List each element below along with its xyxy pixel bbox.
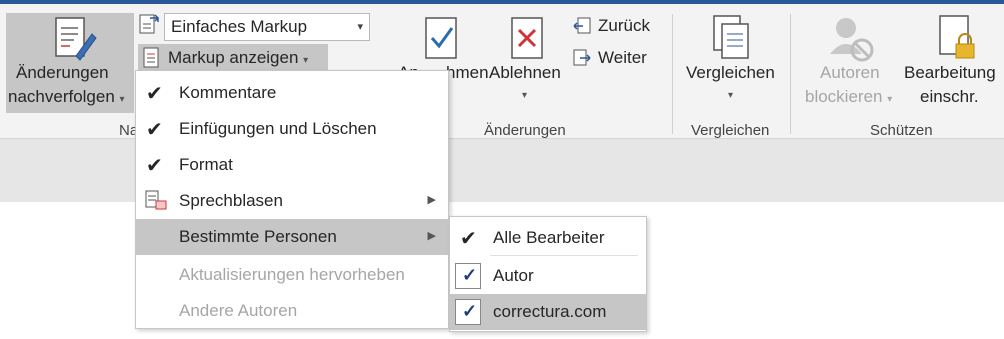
menu-item-highlight-updates: Aktualisierungen hervorheben — [136, 257, 448, 293]
menu-divider — [490, 255, 638, 256]
chevron-down-icon: ▾ — [119, 94, 125, 105]
menu-item-insertions-deletions[interactable]: ✔ Einfügungen und Löschen — [136, 111, 448, 147]
checkmark-icon: ✔ — [146, 155, 163, 177]
reviewers-submenu: ✔ Alle Bearbeiter ✓ Autor ✓ correctura.c… — [449, 216, 647, 332]
reject-icon[interactable] — [510, 16, 546, 64]
menu-item-label: Aktualisierungen hervorheben — [179, 265, 405, 284]
checkmark-icon: ✔ — [146, 119, 163, 141]
checkmark-icon: ✔ — [460, 228, 477, 250]
compare-icon[interactable] — [710, 14, 752, 64]
block-authors-label-2: blockieren ▾ — [805, 87, 893, 106]
menu-item-label: Bestimmte Personen — [179, 227, 337, 246]
previous-change-icon[interactable] — [572, 16, 592, 36]
next-change-icon[interactable] — [572, 48, 592, 68]
group-separator — [672, 14, 673, 134]
checkmark-icon: ✓ — [462, 301, 478, 321]
accept-label-tail: hmen — [446, 63, 489, 82]
menu-item-label: Kommentare — [179, 83, 277, 102]
group-label-protect: Schützen — [870, 122, 933, 139]
track-changes-icon — [55, 17, 97, 61]
accept-icon[interactable] — [424, 16, 460, 64]
reviewer-checkbox[interactable]: ✓ — [455, 263, 481, 289]
submenu-item-correctura[interactable]: ✓ correctura.com — [450, 294, 646, 330]
menu-item-comments[interactable]: ✔ Kommentare — [136, 75, 448, 111]
group-label-compare: Vergleichen — [691, 122, 770, 139]
show-markup-icon — [143, 47, 159, 68]
menu-item-formatting[interactable]: ✔ Format — [136, 147, 448, 183]
checkmark-icon: ✓ — [462, 265, 478, 285]
menu-item-label: Format — [179, 155, 233, 174]
submenu-arrow-icon: ▶ — [427, 230, 436, 242]
previous-change-button[interactable]: Zurück — [598, 16, 650, 36]
restrict-editing-icon[interactable] — [936, 14, 980, 64]
menu-item-label: Sprechblasen — [179, 191, 283, 210]
chevron-down-icon: ▾ — [303, 55, 309, 66]
block-authors-label-1: Autoren — [820, 63, 880, 82]
submenu-item-all-reviewers[interactable]: ✔ Alle Bearbeiter — [450, 220, 646, 256]
chevron-down-icon[interactable]: ▾ — [728, 90, 733, 101]
reviewer-checkbox[interactable]: ✓ — [455, 299, 481, 325]
show-markup-label: Markup anzeigen ▾ — [168, 48, 309, 67]
submenu-item-label: correctura.com — [493, 302, 607, 321]
restrict-editing-label-2[interactable]: einschr. — [920, 87, 979, 107]
group-label-changes: Änderungen — [484, 122, 566, 139]
show-markup-menu: ✔ Kommentare ✔ Einfügungen und Löschen ✔… — [135, 70, 449, 329]
menu-item-label: Andere Autoren — [179, 301, 298, 320]
submenu-item-author[interactable]: ✓ Autor — [450, 258, 646, 294]
markup-mode-select[interactable]: Einfaches Markup ▾ — [164, 13, 370, 41]
chevron-down-icon: ▾ — [357, 21, 363, 33]
menu-item-other-authors: Andere Autoren — [136, 293, 448, 329]
compare-button[interactable]: Vergleichen — [686, 63, 775, 83]
markup-display-icon — [139, 14, 159, 34]
next-change-button[interactable]: Weiter — [598, 48, 647, 68]
restrict-editing-label-1[interactable]: Bearbeitung — [904, 63, 996, 83]
menu-item-balloons[interactable]: Sprechblasen ▶ — [136, 183, 448, 219]
block-authors-icon — [830, 18, 874, 62]
chevron-down-icon[interactable]: ▾ — [522, 90, 527, 101]
group-separator — [790, 14, 791, 134]
checkmark-icon: ✔ — [146, 83, 163, 105]
menu-item-label: Einfügungen und Löschen — [179, 119, 377, 138]
balloon-icon — [145, 190, 167, 210]
track-changes-label-2: nachverfolgen ▾ — [8, 87, 125, 106]
track-changes-label-1: Änderungen — [16, 63, 109, 82]
menu-item-specific-people[interactable]: Bestimmte Personen ▶ — [136, 219, 448, 255]
chevron-down-icon: ▾ — [887, 94, 893, 105]
reject-label[interactable]: Ablehnen — [489, 63, 561, 83]
submenu-item-label: Autor — [493, 266, 534, 285]
submenu-item-label: Alle Bearbeiter — [493, 228, 605, 247]
markup-mode-value: Einfaches Markup — [171, 17, 308, 36]
submenu-arrow-icon: ▶ — [427, 194, 436, 206]
